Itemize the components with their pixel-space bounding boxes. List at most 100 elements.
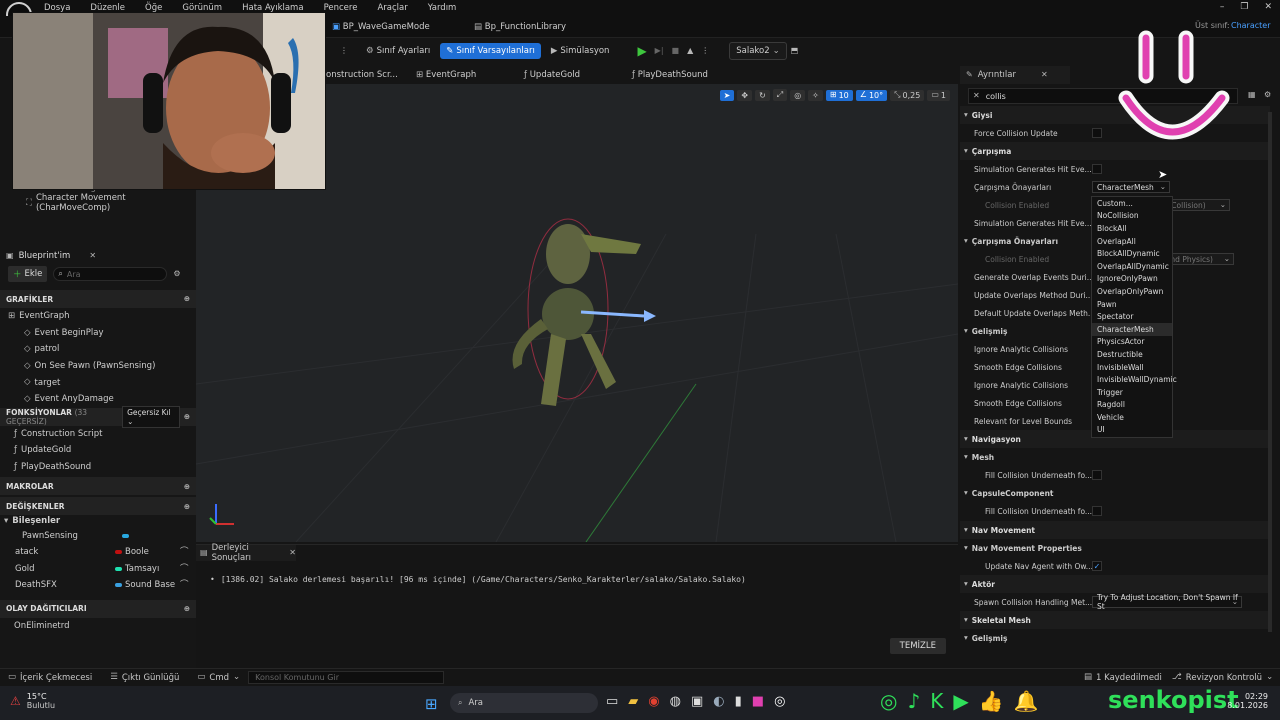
camera-speed-button[interactable]: ▭ 1 [927, 89, 950, 101]
dropdown-option[interactable]: OverlapOnlyPawn [1092, 285, 1172, 298]
function-item[interactable]: ƒ Construction Script [0, 426, 196, 443]
parent-class-value[interactable]: Character [1231, 21, 1271, 30]
function-item[interactable]: ƒ PlayDeathSound [0, 459, 196, 476]
variable-item[interactable]: atack Boole ⌒ [0, 544, 196, 561]
weather-widget[interactable]: ⚠ 15°C Bulutlu [10, 692, 55, 710]
details-row[interactable]: Çarpışma Önayarları CharacterMesh ⌄ [960, 178, 1270, 196]
tab-construction-script[interactable]: onstruction Scr... [326, 70, 398, 80]
dropdown-option[interactable]: InvisibleWallDynamic [1092, 373, 1177, 386]
epic-games-icon[interactable]: ▮ [735, 694, 742, 709]
dropdown-option[interactable]: BlockAllDynamic [1092, 247, 1172, 260]
event-node-item[interactable]: ◇ Event BeginPlay [0, 325, 196, 342]
compiler-tab[interactable]: ▤ Derleyici Sonuçları ✕ [196, 543, 296, 563]
unreal-engine-icon[interactable]: ◎ [774, 694, 785, 709]
component-item-character-movement[interactable]: ⛶ Character Movement (CharMoveComp) [26, 193, 196, 213]
dropdown-option[interactable]: IgnoreOnlyPawn [1092, 273, 1172, 286]
eject-icon[interactable]: ▲ [687, 47, 693, 55]
close-icon[interactable]: ✕ [1041, 71, 1048, 79]
visibility-icon[interactable]: ⌒ [180, 548, 189, 557]
dropdown-option[interactable]: OverlapAll [1092, 235, 1172, 248]
stream-app-icon[interactable]: ■ [752, 694, 764, 709]
rotation-snap-button[interactable]: ∠ 10° [855, 89, 888, 101]
scale-snap-button[interactable]: ⤡ 0,25 [890, 89, 925, 101]
windows-start-icon[interactable]: ⊞ [425, 695, 438, 713]
graphs-section[interactable]: GRAFİKLER ⊕ [0, 290, 196, 308]
dropdown-option[interactable]: Trigger [1092, 386, 1172, 399]
taskbar-search[interactable]: ⌕ Ara [450, 693, 598, 713]
dispatcher-item[interactable]: OnEliminetrd [0, 618, 196, 635]
tab-event-graph[interactable]: ⊞ EventGraph [416, 70, 476, 80]
cmd-select[interactable]: ▭ Cmd ⌄ [197, 673, 240, 683]
event-node-item[interactable]: ◇ On See Pawn (PawnSensing) [0, 358, 196, 375]
details-settings-icon[interactable]: ⚙ [1264, 91, 1271, 99]
event-dispatchers-section[interactable]: OLAY DAĞITICILARI ⊕ [0, 599, 196, 618]
components-category[interactable]: ▾ Bileşenler [0, 515, 196, 527]
menu-item[interactable]: Yardım [428, 3, 457, 13]
chrome-icon[interactable]: ◉ [648, 694, 659, 709]
close-window-icon[interactable]: ✕ [1264, 2, 1272, 12]
surface-snap-icon[interactable]: ✧ [808, 89, 823, 101]
details-scrollbar[interactable] [1268, 112, 1272, 632]
details-row[interactable]: ▾ Nav Movement Properties [960, 539, 1270, 557]
details-row[interactable]: Spawn Collision Handling Met... Try To Ad… [960, 593, 1270, 611]
more-options-icon[interactable]: ⋮ [340, 47, 348, 55]
minimize-icon[interactable]: – [1220, 2, 1225, 12]
event-node-item[interactable]: ◇ patrol [0, 341, 196, 358]
dropdown-option[interactable]: Destructible [1092, 348, 1172, 361]
clear-search-icon[interactable]: ✕ [973, 92, 980, 100]
variables-section[interactable]: DEĞİŞKENLER ⊕ [0, 497, 196, 516]
details-checkbox[interactable] [1092, 128, 1102, 138]
dropdown-option[interactable]: Ragdoll [1092, 399, 1172, 412]
dropdown-option[interactable]: UI [1092, 424, 1172, 437]
console-input[interactable]: Konsol Komutunu Gir [248, 671, 445, 684]
simulation-button[interactable]: ▶ Simülasyon [545, 43, 616, 59]
visibility-icon[interactable]: ⌒ [180, 565, 189, 574]
play-options-icon[interactable]: ⋮ [701, 47, 709, 55]
dropdown-option[interactable]: Custom... [1092, 197, 1172, 210]
content-drawer-button[interactable]: ▭ İçerik Çekmecesi [8, 673, 92, 683]
task-view-icon[interactable]: ▭ [606, 694, 618, 709]
details-combo[interactable]: Try To Adjust Location, Don't Spawn If S… [1092, 593, 1242, 611]
details-row[interactable]: Simulation Generates Hit Eve... [960, 160, 1270, 178]
select-mode-icon[interactable]: ➤ [719, 89, 735, 101]
menu-item[interactable]: Araçlar [377, 3, 407, 13]
functions-section[interactable]: FONKSİYONLAR (33 GEÇERSİZ) Geçersiz Kıl ⌄… [0, 405, 196, 428]
unsaved-indicator[interactable]: ▤ 1 Kaydedilmedi [1084, 673, 1162, 683]
add-circle-icon[interactable]: ⊕ [184, 503, 190, 511]
close-icon[interactable]: ✕ [289, 549, 296, 557]
variable-item[interactable]: DeathSFX Sound Base ⌒ [0, 577, 196, 594]
add-circle-icon[interactable]: ⊕ [184, 413, 190, 421]
scale-icon[interactable]: ⤢ [772, 89, 788, 101]
details-tab[interactable]: ✎ Ayrıntılar ✕ [960, 66, 1070, 84]
debug-target-select[interactable]: Salako2 ⌄ [729, 42, 787, 60]
character-mesh[interactable] [512, 218, 641, 406]
details-combo[interactable]: CharacterMesh ⌄ [1092, 181, 1170, 193]
details-row[interactable]: Fill Collision Underneath fo... [960, 466, 1270, 484]
tab-play-death-sound[interactable]: ƒ PlayDeathSound [632, 70, 708, 80]
dropdown-option[interactable]: InvisibleWall [1092, 361, 1172, 374]
dropdown-option[interactable]: CharacterMesh [1092, 322, 1172, 336]
variable-type[interactable]: Tamsayı [115, 564, 159, 574]
variable-type[interactable] [122, 533, 132, 538]
dropdown-option[interactable]: BlockAll [1092, 222, 1172, 235]
variable-type[interactable]: Boole [115, 547, 149, 557]
file-explorer-icon[interactable]: ▰ [628, 694, 638, 709]
app-icon[interactable]: ◍ [670, 694, 681, 709]
visibility-icon[interactable]: ⌒ [180, 581, 189, 590]
grid-snap-button[interactable]: ⊞ 10 [825, 89, 853, 101]
dropdown-option[interactable]: Vehicle [1092, 411, 1172, 424]
dropdown-option[interactable]: NoCollision [1092, 210, 1172, 223]
find-in-blueprint-icon[interactable]: ⬒ [791, 47, 799, 55]
dropdown-option[interactable]: Spectator [1092, 310, 1172, 323]
add-circle-icon[interactable]: ⊕ [184, 483, 190, 491]
doc-tab-wave-game-mode[interactable]: ▣ BP_WaveGameMode [332, 22, 430, 32]
variable-type[interactable]: Sound Base [115, 580, 175, 590]
blueprint-search-input[interactable]: ⌕ Ara [53, 267, 168, 281]
details-checkbox[interactable] [1092, 164, 1102, 174]
details-row[interactable]: ▾ Gelişmiş [960, 629, 1270, 647]
dropdown-option[interactable]: Pawn [1092, 298, 1172, 311]
details-checkbox[interactable]: ✓ [1092, 561, 1102, 571]
dropdown-option[interactable]: OverlapAllDynamic [1092, 260, 1172, 273]
revision-control-button[interactable]: ⎇ Revizyon Kontrolü ⌄ [1172, 673, 1273, 683]
details-checkbox[interactable] [1092, 470, 1102, 480]
